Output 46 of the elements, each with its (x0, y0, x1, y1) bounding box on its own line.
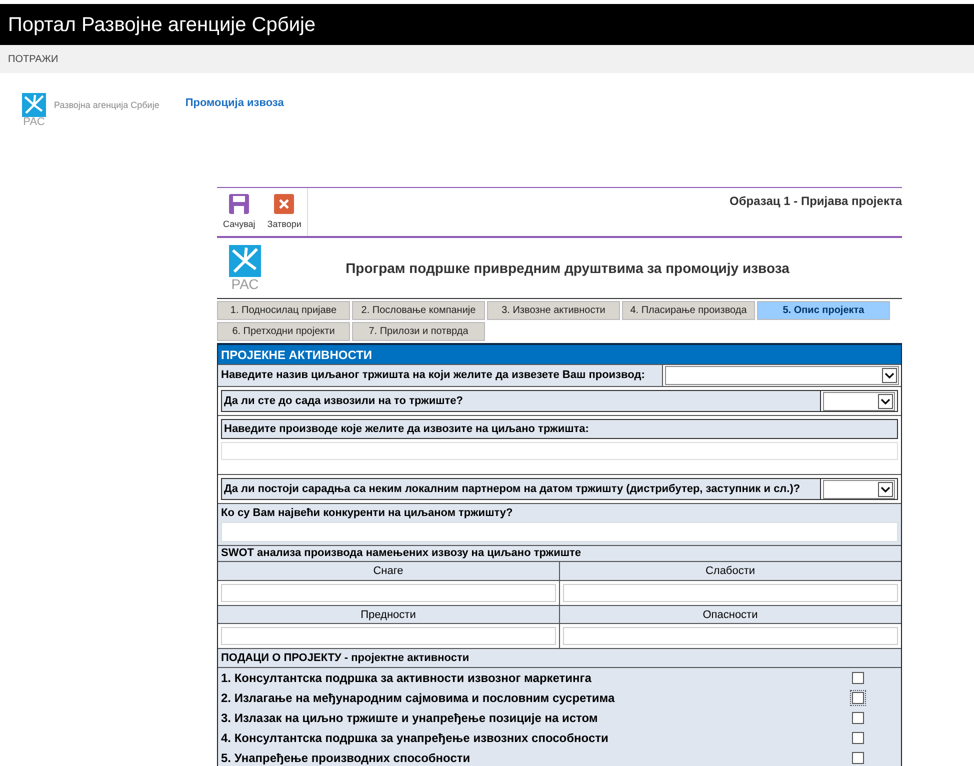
portal-title: Портал Развојне агенције Србије (8, 12, 316, 38)
tab[interactable]: 7. Прилози и потврда (352, 322, 485, 341)
tab[interactable]: 6. Претходни пројекти (217, 322, 350, 341)
swot-title: SWOT анализа производа намењених извозу на циљано тржиште (220, 546, 582, 561)
logo-icon (22, 93, 46, 117)
checkbox[interactable] (852, 732, 864, 744)
activity-label: 2. Излагање на међународним сајмовима и пословним сусретима (221, 690, 615, 707)
section-link[interactable]: Промоција извоза (185, 95, 284, 112)
tab[interactable]: 1. Подносилац пријаве (217, 301, 350, 320)
logo-text: РАС (231, 277, 259, 291)
text-input[interactable] (221, 584, 556, 602)
logo-text: РАС (23, 117, 45, 128)
save-icon (229, 194, 250, 214)
activity-label: 3. Излазак на циљно тржиште и унапређење позиције на истом (221, 710, 598, 727)
form-title: Образац 1 - Пријава пројекта (730, 193, 902, 210)
section-header: ПРОЈЕКНЕ АКТИВНОСТИ (218, 345, 901, 364)
close-icon (274, 194, 294, 214)
dropdown[interactable] (823, 480, 895, 498)
tab[interactable]: 5. Опис пројекта (757, 301, 890, 320)
tab[interactable]: 3. Извозне активности (487, 301, 620, 320)
swot-label: Слабости (704, 564, 756, 579)
close-button[interactable]: Затвори (261, 188, 308, 236)
program-title: Програм подршке привредним друштвима за промоцију извоза (344, 258, 790, 278)
checkbox[interactable] (852, 672, 864, 684)
question-label: Наведите производе које желите да извозите на циљано тржишта: (221, 419, 898, 439)
save-button[interactable]: Сачувај (217, 188, 262, 236)
tab[interactable]: 2. Пословање компаније (352, 301, 485, 320)
agency-name: Развојна агенција Србије (54, 99, 160, 112)
text-input[interactable] (221, 522, 898, 542)
logo-icon (229, 245, 261, 277)
dropdown[interactable] (665, 366, 899, 385)
activity-label: 1. Консултантска подршка за активности извозног маркетинга (221, 670, 592, 687)
activity-label: 4. Консултантска подршка за унапређење извозних способности (221, 730, 608, 747)
question-label: Наведите назив циљаног тржишта на који желите да извезете Ваш производ: (218, 365, 663, 386)
text-input[interactable] (562, 627, 898, 645)
text-input[interactable] (221, 442, 898, 460)
question-label: Ко су Вам највећи конкуренти на циљаном тржишту? (221, 506, 514, 521)
activity-label: 5. Унапређење производних способности (221, 750, 470, 766)
checkbox[interactable] (852, 752, 864, 764)
text-input[interactable] (562, 584, 898, 602)
dropdown[interactable] (823, 392, 895, 410)
checkbox[interactable] (852, 712, 864, 724)
tab[interactable]: 4. Пласирање производа (622, 301, 755, 320)
text-input[interactable] (221, 627, 556, 645)
activities-title: ПОДАЦИ О ПРОЈЕКТУ - пројектне активности (220, 651, 470, 666)
search-link[interactable]: ПОТРАЖИ (8, 52, 58, 66)
